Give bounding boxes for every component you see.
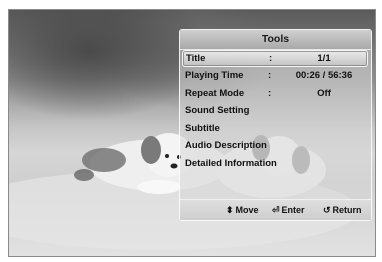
menu-item-sound-setting[interactable]: Sound Setting bbox=[180, 102, 371, 120]
menu-item-subtitle[interactable]: Subtitle bbox=[180, 120, 371, 138]
menu-item-separator: : bbox=[268, 70, 272, 81]
menu-item-label: Title bbox=[186, 53, 206, 64]
menu-item-playing-time[interactable]: Playing Time : 00:26 / 56:36 bbox=[180, 67, 371, 85]
menu-item-value: 1/1 bbox=[317, 53, 331, 64]
tools-menu-panel: Tools Title : 1/1 Playing Time : 00:26 /… bbox=[179, 29, 372, 221]
menu-item-title[interactable]: Title : 1/1 bbox=[182, 50, 368, 67]
menu-item-detailed-information[interactable]: Detailed Information bbox=[180, 155, 371, 173]
tools-menu-list: Title : 1/1 Playing Time : 00:26 / 56:36… bbox=[180, 50, 371, 172]
tools-menu-title: Tools bbox=[180, 30, 371, 50]
menu-item-audio-description[interactable]: Audio Description bbox=[180, 137, 371, 155]
move-hint[interactable]: ⬍ Move bbox=[226, 200, 259, 220]
return-hint[interactable]: ↺ Return bbox=[323, 200, 362, 220]
tv-screen: Tools Title : 1/1 Playing Time : 00:26 /… bbox=[8, 9, 376, 257]
menu-item-separator: : bbox=[268, 87, 272, 99]
menu-item-separator: : bbox=[269, 53, 273, 64]
menu-item-label: Sound Setting bbox=[185, 105, 250, 116]
menu-item-label: Repeat Mode bbox=[185, 87, 245, 99]
menu-item-value: 00:26 / 56:36 bbox=[295, 70, 353, 81]
menu-item-label: Playing Time bbox=[185, 70, 244, 81]
enter-key-icon: ⏎ bbox=[272, 205, 280, 215]
up-down-arrows-icon: ⬍ bbox=[226, 205, 234, 215]
enter-hint-label: Enter bbox=[281, 205, 305, 215]
menu-item-label: Detailed Information bbox=[185, 157, 277, 169]
enter-hint[interactable]: ⏎ Enter bbox=[272, 200, 305, 220]
navigation-hint-bar: ⬍ Move ⏎ Enter ↺ Return bbox=[180, 199, 371, 220]
menu-item-label: Audio Description bbox=[185, 140, 267, 151]
menu-item-label: Subtitle bbox=[185, 122, 220, 134]
menu-item-repeat-mode[interactable]: Repeat Mode : Off bbox=[180, 85, 371, 103]
return-hint-label: Return bbox=[332, 205, 362, 215]
move-hint-label: Move bbox=[235, 205, 259, 215]
menu-item-value: Off bbox=[317, 87, 331, 99]
return-arrow-icon: ↺ bbox=[323, 205, 331, 215]
